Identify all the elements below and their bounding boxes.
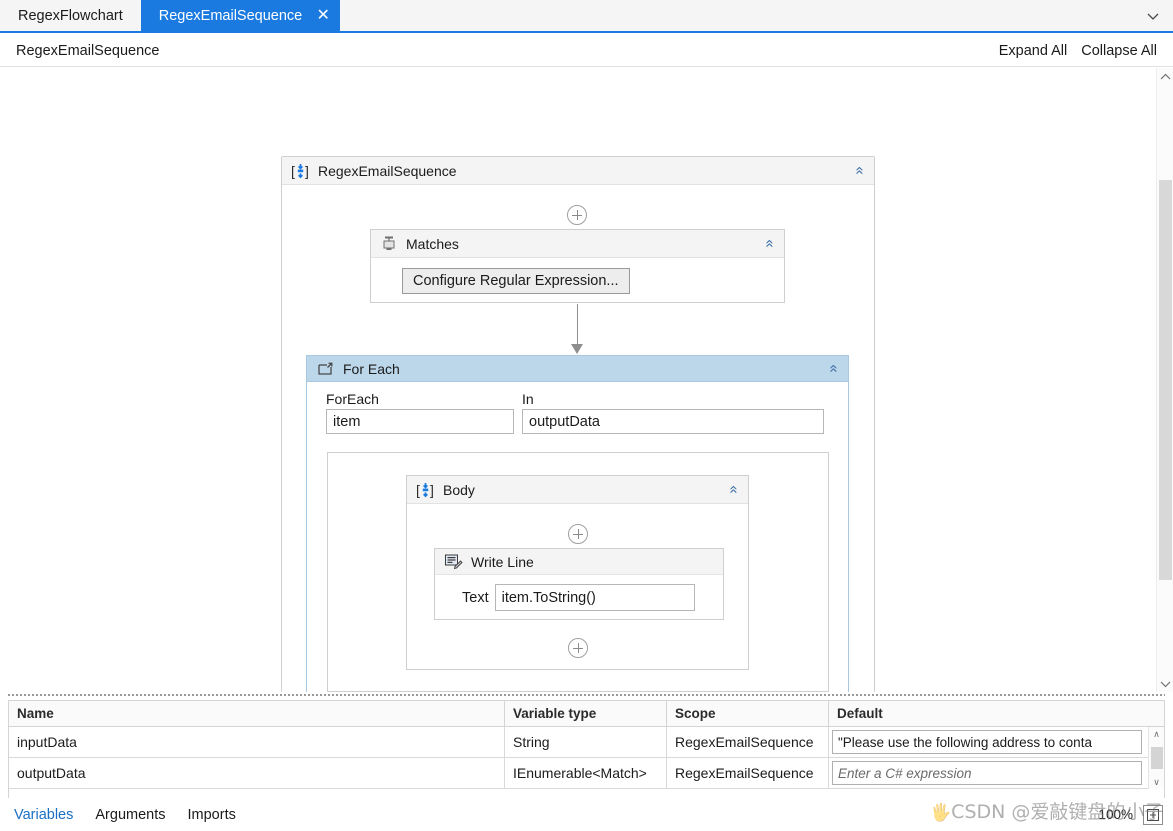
table-row[interactable]: inputData String RegexEmailSequence "Ple…: [9, 727, 1164, 758]
sequence-root-header[interactable]: [ ] RegexEmailSequence «: [282, 157, 874, 185]
configure-regex-button[interactable]: Configure Regular Expression...: [402, 268, 630, 294]
write-line-title: Write Line: [471, 553, 534, 570]
activity-matches[interactable]: Matches « Configure Regular Expression..…: [370, 229, 785, 303]
collapse-icon[interactable]: «: [851, 164, 868, 176]
matches-header[interactable]: Matches «: [371, 230, 784, 258]
column-header-variable-type[interactable]: Variable type: [505, 701, 667, 726]
activity-write-line[interactable]: Write Line Text item.ToString(): [434, 548, 724, 620]
body-header[interactable]: [ ] Body «: [407, 476, 748, 504]
for-each-header[interactable]: For Each «: [307, 356, 848, 382]
column-header-name[interactable]: Name: [9, 701, 505, 726]
sequence-icon: [ ]: [291, 162, 310, 180]
variable-scope[interactable]: RegexEmailSequence: [667, 727, 829, 757]
variable-default-cell: "Please use the following address to con…: [829, 727, 1148, 757]
svg-text:[: [: [416, 482, 420, 498]
sequence-icon: [ ]: [416, 481, 435, 499]
add-activity-button-top[interactable]: [567, 205, 587, 225]
tab-label: RegexEmailSequence: [158, 7, 303, 24]
for-each-fields: ForEach item In outputData: [307, 382, 848, 434]
footer-tab-imports[interactable]: Imports: [188, 807, 236, 823]
scroll-down-icon[interactable]: [1157, 675, 1173, 692]
svg-text:]: ]: [305, 163, 309, 179]
collapse-icon[interactable]: «: [825, 362, 842, 374]
variable-name[interactable]: outputData: [9, 758, 505, 788]
variable-default-input[interactable]: "Please use the following address to con…: [832, 730, 1142, 754]
matches-title: Matches: [406, 235, 459, 252]
table-row[interactable]: outputData IEnumerable<Match> RegexEmail…: [9, 758, 1164, 789]
write-line-text-input[interactable]: item.ToString(): [494, 584, 695, 611]
zoom-controls: 100%: [1098, 804, 1173, 825]
panel-splitter[interactable]: [8, 692, 1165, 697]
sequence-root-title: RegexEmailSequence: [318, 162, 457, 179]
scrollbar-thumb[interactable]: [1158, 180, 1172, 580]
uipath-designer-window: RegexFlowchart RegexEmailSequence ✕ Rege…: [0, 0, 1173, 831]
expand-all-button[interactable]: Expand All: [999, 43, 1068, 59]
matches-icon: [380, 235, 398, 253]
collapse-icon[interactable]: «: [761, 237, 778, 249]
tab-label: RegexFlowchart: [18, 7, 123, 24]
add-activity-button-body-bottom[interactable]: [568, 638, 588, 658]
fit-to-screen-icon[interactable]: [1143, 804, 1163, 825]
collapse-all-button[interactable]: Collapse All: [1081, 43, 1157, 59]
svg-text:[: [: [291, 163, 295, 179]
foreach-in-field: In outputData: [522, 391, 824, 434]
scrollbar-track[interactable]: [1157, 85, 1173, 675]
variable-type[interactable]: IEnumerable<Match>: [505, 758, 667, 788]
foreach-icon: [316, 361, 335, 377]
collapse-icon[interactable]: «: [725, 483, 742, 495]
canvas-vertical-scrollbar[interactable]: [1156, 68, 1173, 692]
add-activity-button-body-top[interactable]: [568, 524, 588, 544]
connector-arrow-icon: [571, 344, 583, 354]
in-label: In: [522, 391, 534, 407]
write-line-header[interactable]: Write Line: [435, 549, 723, 575]
variable-default-input[interactable]: Enter a C# expression: [832, 761, 1142, 785]
variable-scope[interactable]: RegexEmailSequence: [667, 758, 829, 788]
variable-default-cell: Enter a C# expression: [829, 758, 1148, 788]
designer-canvas[interactable]: [ ] RegexEmailSequence « Matches « Confi…: [0, 68, 1173, 692]
chevron-down-icon[interactable]: [1143, 6, 1163, 26]
matches-body: Configure Regular Expression...: [371, 258, 784, 294]
close-icon[interactable]: ✕: [314, 7, 332, 24]
variables-vertical-scrollbar[interactable]: ∧ ∨: [1148, 727, 1164, 789]
canvas-content: [ ] RegexEmailSequence « Matches « Confi…: [0, 68, 1150, 692]
foreach-in-input[interactable]: outputData: [522, 409, 824, 434]
variable-name[interactable]: inputData: [9, 727, 505, 757]
tab-regexemailsequence[interactable]: RegexEmailSequence ✕: [140, 0, 341, 31]
breadcrumb-actions: Expand All Collapse All: [999, 43, 1165, 59]
for-each-title: For Each: [343, 360, 400, 377]
column-header-scope[interactable]: Scope: [667, 701, 829, 726]
breadcrumb-bar: RegexEmailSequence Expand All Collapse A…: [0, 35, 1173, 67]
scroll-down-icon[interactable]: ∨: [1153, 775, 1160, 789]
footer-bar: Variables Arguments Imports 100%: [0, 798, 1173, 831]
footer-tab-arguments[interactable]: Arguments: [95, 807, 165, 823]
column-header-default[interactable]: Default: [829, 701, 1148, 726]
tab-regexflowchart[interactable]: RegexFlowchart: [0, 0, 141, 31]
foreach-label: ForEach: [326, 391, 379, 407]
footer-tab-variables[interactable]: Variables: [14, 807, 73, 823]
body-title: Body: [443, 481, 475, 498]
footer-tab-group: Variables Arguments Imports: [0, 807, 236, 823]
scroll-up-icon[interactable]: ∧: [1153, 727, 1160, 741]
connector-line: [577, 304, 578, 348]
variable-type[interactable]: String: [505, 727, 667, 757]
scroll-up-icon[interactable]: [1157, 68, 1173, 85]
svg-text:]: ]: [430, 482, 434, 498]
activity-body-sequence[interactable]: [ ] Body « Write Line Text item.ToString…: [406, 475, 749, 670]
foreach-variable-input[interactable]: item: [326, 409, 514, 434]
write-line-text-row: Text item.ToString(): [435, 575, 723, 611]
writeline-icon: [444, 553, 463, 570]
text-label: Text: [462, 589, 489, 606]
breadcrumb[interactable]: RegexEmailSequence: [16, 43, 159, 59]
zoom-level-label: 100%: [1098, 807, 1133, 822]
scrollbar-thumb[interactable]: [1150, 747, 1163, 769]
tab-strip: RegexFlowchart RegexEmailSequence ✕: [0, 0, 1173, 33]
foreach-variable-field: ForEach item: [326, 391, 514, 434]
variables-grid-header: Name Variable type Scope Default: [9, 701, 1164, 727]
